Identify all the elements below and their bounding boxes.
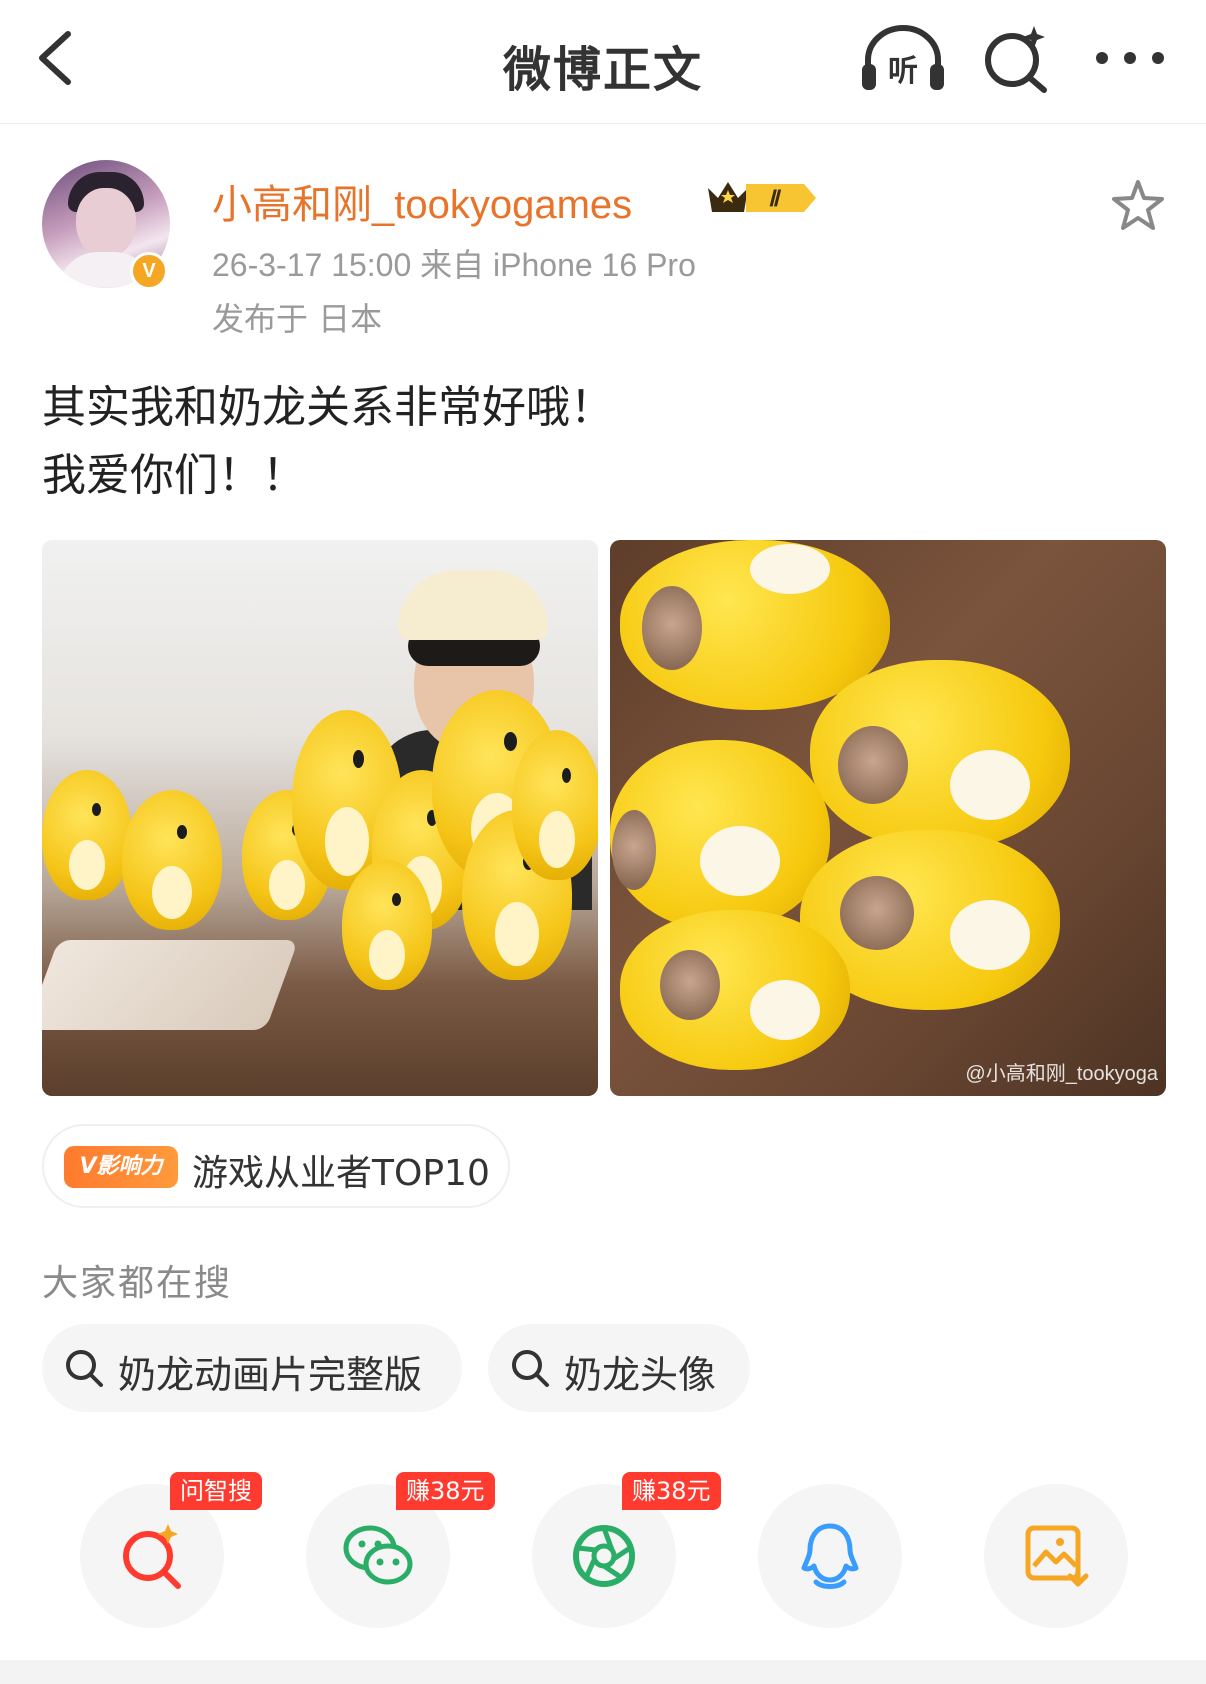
post-photo[interactable] (42, 540, 598, 1096)
photo-phone-on-table (42, 940, 299, 1030)
share-ai-search-button[interactable]: 问智搜 (80, 1472, 262, 1628)
more-button[interactable] (1090, 30, 1170, 86)
author-username[interactable]: 小高和刚_tookyogames (212, 172, 632, 230)
plush-toy (610, 740, 830, 930)
share-moments-button[interactable]: 赚38元 (532, 1472, 721, 1628)
share-tag: 赚38元 (622, 1472, 721, 1510)
duck-figure (342, 860, 432, 990)
crown-icon: Ⅱ (708, 182, 816, 212)
bottom-safe-area (0, 1660, 1206, 1684)
duck-figure (512, 730, 598, 880)
post-text-line: 其实我和奶龙关系非常好哦！ (42, 382, 614, 433)
share-tag: 赚38元 (396, 1472, 495, 1510)
post-text: 其实我和奶龙关系非常好哦！ 我爱你们！！ (42, 374, 614, 510)
post-meta: 26-3-17 15:00 来自 iPhone 16 Pro (212, 247, 696, 283)
post-photo[interactable]: @小高和刚_tookyoga (610, 540, 1166, 1096)
share-tag: 问智搜 (170, 1472, 262, 1510)
photo-watermark: @小高和刚_tookyoga (965, 1063, 1158, 1085)
search-icon (512, 1350, 549, 1387)
post-text-line: 我爱你们！！ (42, 450, 306, 501)
top-nav-bar: 微博正文 听 (0, 0, 1206, 124)
favorite-button[interactable] (1108, 176, 1168, 236)
share-save-image-button[interactable] (984, 1484, 1128, 1628)
ai-search-icon (985, 26, 1047, 93)
listen-button[interactable]: 听 (858, 24, 948, 94)
share-wechat-button[interactable]: 赚38元 (306, 1472, 495, 1628)
duck-figure (42, 770, 132, 900)
plush-toy (620, 910, 850, 1070)
save-image-icon (1025, 1525, 1089, 1587)
vip-badge: Ⅱ (704, 176, 822, 220)
listen-label: 听 (888, 54, 918, 89)
trending-search-title: 大家都在搜 (42, 1263, 233, 1304)
duck-figure (122, 790, 222, 930)
qq-icon (801, 1523, 859, 1589)
influence-badge: V影响力 (64, 1146, 178, 1188)
avatar-face (76, 188, 136, 258)
trending-search-chip[interactable]: 奶龙头像 (488, 1324, 750, 1412)
photo-person-cap (398, 570, 548, 640)
plush-toy (810, 660, 1070, 850)
influence-chip[interactable]: V影响力 游戏从业者TOP10 (42, 1124, 510, 1208)
star-icon (1112, 180, 1164, 230)
trending-search-label: 奶龙动画片完整版 (118, 1353, 423, 1397)
ai-search-icon (123, 1524, 181, 1589)
share-qq-button[interactable] (758, 1484, 902, 1628)
search-button[interactable] (980, 22, 1052, 94)
influence-text: 游戏从业者TOP10 (192, 1153, 490, 1194)
wechat-icon (343, 1525, 413, 1585)
moments-icon (573, 1525, 635, 1587)
verified-badge: V (130, 252, 168, 290)
trending-search-chip[interactable]: 奶龙动画片完整版 (42, 1324, 462, 1412)
more-dots-icon (1096, 52, 1164, 64)
trending-search-label: 奶龙头像 (564, 1353, 717, 1397)
search-icon (66, 1350, 103, 1387)
post-location: 发布于 日本 (212, 300, 383, 338)
